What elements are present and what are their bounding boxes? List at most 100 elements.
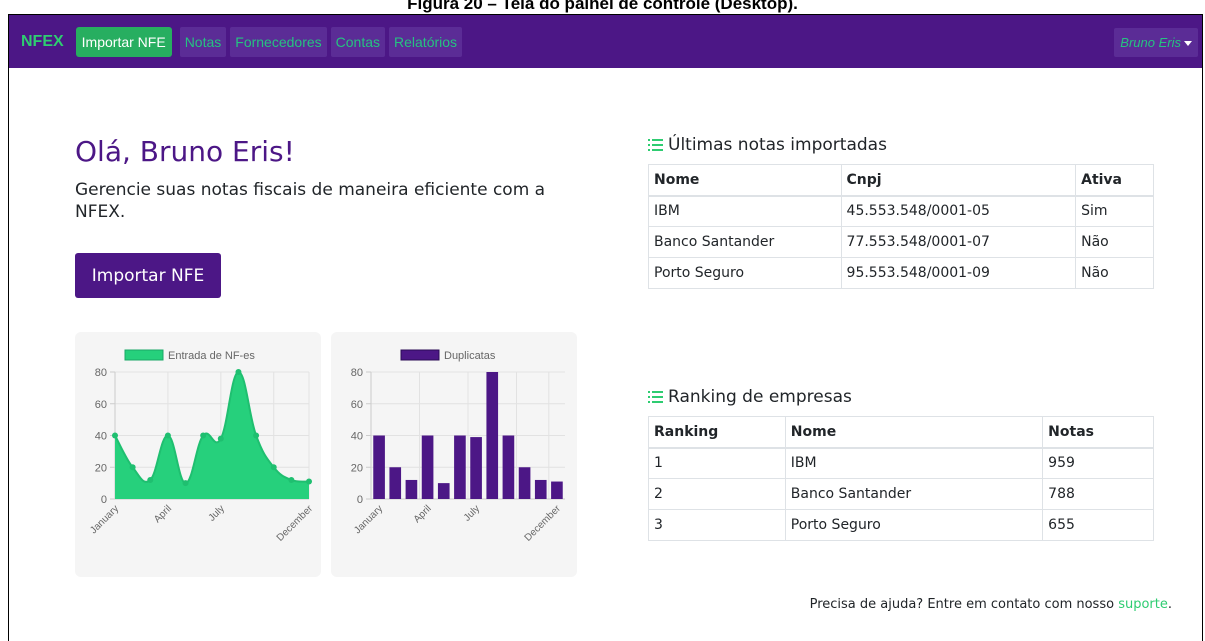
table-cell: 77.553.548/0001-07	[840, 226, 1077, 258]
chart-card-entradas: Entrada de NF-es 0 20 40 60 80 January April Jul…	[75, 332, 321, 577]
user-name: Bruno Eris	[1120, 35, 1181, 50]
import-nfe-button[interactable]: Importar NFE	[75, 253, 221, 298]
greeting-title: Olá, Bruno Eris!	[75, 135, 295, 168]
bar	[437, 483, 450, 499]
table-header-row: Ranking Nome Notas	[648, 416, 1154, 449]
y-tick-label: 20	[351, 462, 363, 474]
data-point	[112, 432, 118, 439]
ranking-title: Ranking de empresas	[668, 387, 852, 407]
nav-item-fornecedores[interactable]: Fornecedores	[230, 26, 327, 57]
table-cell: 95.553.548/0001-09	[840, 257, 1077, 289]
column-header: Cnpj	[840, 164, 1077, 197]
bar	[454, 435, 466, 499]
ranking-heading: Ranking de empresas	[648, 387, 852, 407]
table-row: Porto Seguro 95.553.548/0001-09 Não	[648, 257, 1154, 289]
help-text: Precisa de ajuda? Entre em contato com n…	[809, 597, 1119, 612]
latest-notes-title: Últimas notas importadas	[668, 135, 887, 155]
x-tick-label: January	[88, 503, 121, 536]
x-tick-label: December	[275, 503, 316, 544]
bar	[373, 435, 385, 499]
column-header: Ativa	[1075, 164, 1154, 197]
table-row: 3 Porto Seguro 655	[648, 509, 1154, 541]
data-point	[129, 464, 136, 471]
greeting-subtitle: Gerencie suas notas fiscais de maneira e…	[75, 180, 546, 222]
legend-label: Duplicatas	[444, 350, 496, 362]
bar	[486, 372, 499, 499]
table-cell: IBM	[648, 195, 842, 227]
table-cell: Banco Santander	[648, 226, 842, 258]
latest-notes-heading: Últimas notas importadas	[648, 135, 887, 155]
legend-label: Entrada de NF-es	[168, 350, 255, 362]
bar	[551, 481, 563, 499]
data-point	[147, 476, 154, 483]
data-point	[270, 464, 277, 471]
figure-caption: Figura 20 – Tela do painel de controle (…	[407, 0, 798, 13]
support-link[interactable]: suporte	[1118, 597, 1168, 612]
y-tick-label: 40	[95, 431, 107, 443]
chart-card-duplicatas: Duplicatas 0 20 40 60 80 January April July Decem…	[331, 332, 577, 577]
y-tick-label: 0	[357, 494, 363, 506]
y-tick-label: 60	[351, 399, 363, 411]
bar	[518, 467, 531, 499]
x-tick-label: December	[523, 503, 564, 544]
data-point	[306, 478, 312, 485]
list-icon	[648, 139, 663, 151]
list-icon	[648, 391, 663, 403]
caret-down-icon	[1184, 41, 1192, 47]
entradas-area-chart: Entrada de NF-es 0 20 40 60 80 January April Jul…	[88, 349, 316, 544]
nav-item-relatorios[interactable]: Relatórios	[389, 26, 463, 57]
data-point	[217, 435, 224, 442]
navbar: NFEX Importar NFE Notas Fornecedores Con…	[9, 15, 1202, 68]
bar	[421, 435, 434, 499]
table-row: IBM 45.553.548/0001-05 Sim	[648, 195, 1154, 227]
bar	[502, 435, 515, 499]
nav-item-contas[interactable]: Contas	[330, 26, 386, 57]
app-window: NFEX Importar NFE Notas Fornecedores Con…	[8, 14, 1203, 641]
table-cell: Sim	[1075, 195, 1154, 227]
x-tick-label: April	[152, 503, 174, 525]
table-cell: Porto Seguro	[784, 509, 1044, 541]
table-cell: 2	[648, 478, 786, 510]
data-point	[200, 432, 207, 439]
help-footer: Precisa de ajuda? Entre em contato com n…	[810, 597, 1172, 612]
nav-import-nfe-button[interactable]: Importar NFE	[75, 26, 172, 57]
table-cell: 959	[1042, 447, 1154, 479]
data-point	[182, 480, 189, 487]
data-point	[235, 369, 242, 375]
bar	[470, 437, 482, 499]
y-tick-label: 40	[351, 431, 363, 443]
table-cell: 655	[1042, 509, 1154, 541]
table-cell: 3	[648, 509, 786, 541]
data-point	[288, 476, 295, 483]
y-tick-label: 0	[101, 494, 107, 506]
column-header: Nome	[648, 164, 842, 197]
x-tick-label: July	[207, 503, 227, 523]
nav-item-notas[interactable]: Notas	[179, 26, 227, 57]
x-tick-label: January	[352, 503, 385, 536]
help-end: .	[1167, 597, 1172, 612]
data-point	[253, 432, 260, 439]
data-point	[164, 432, 171, 439]
column-header: Ranking	[648, 416, 786, 449]
bar	[405, 479, 418, 499]
table-row: Banco Santander 77.553.548/0001-07 Não	[648, 226, 1154, 258]
legend-swatch	[124, 349, 164, 361]
column-header: Nome	[784, 416, 1044, 449]
table-row: 1 IBM 959	[648, 447, 1154, 479]
table-cell: 1	[648, 447, 786, 479]
bar	[389, 467, 402, 499]
table-cell: Banco Santander	[784, 478, 1044, 510]
duplicatas-bar-chart: Duplicatas 0 20 40 60 80 January April July Decem…	[351, 349, 565, 544]
bar	[534, 479, 547, 499]
table-cell: IBM	[784, 447, 1044, 479]
table-row: 2 Banco Santander 788	[648, 478, 1154, 510]
x-tick-label: April	[412, 503, 434, 525]
table-cell: Não	[1075, 226, 1154, 258]
y-tick-label: 20	[95, 462, 107, 474]
table-cell: 45.553.548/0001-05	[840, 195, 1077, 227]
column-header: Notas	[1042, 416, 1154, 449]
ranking-table: Ranking Nome Notas 1 IBM 959 2 Banco San…	[648, 416, 1154, 541]
brand-logo[interactable]: NFEX	[21, 33, 64, 51]
legend-swatch	[400, 349, 440, 361]
user-menu-dropdown[interactable]: Bruno Eris	[1114, 28, 1198, 57]
